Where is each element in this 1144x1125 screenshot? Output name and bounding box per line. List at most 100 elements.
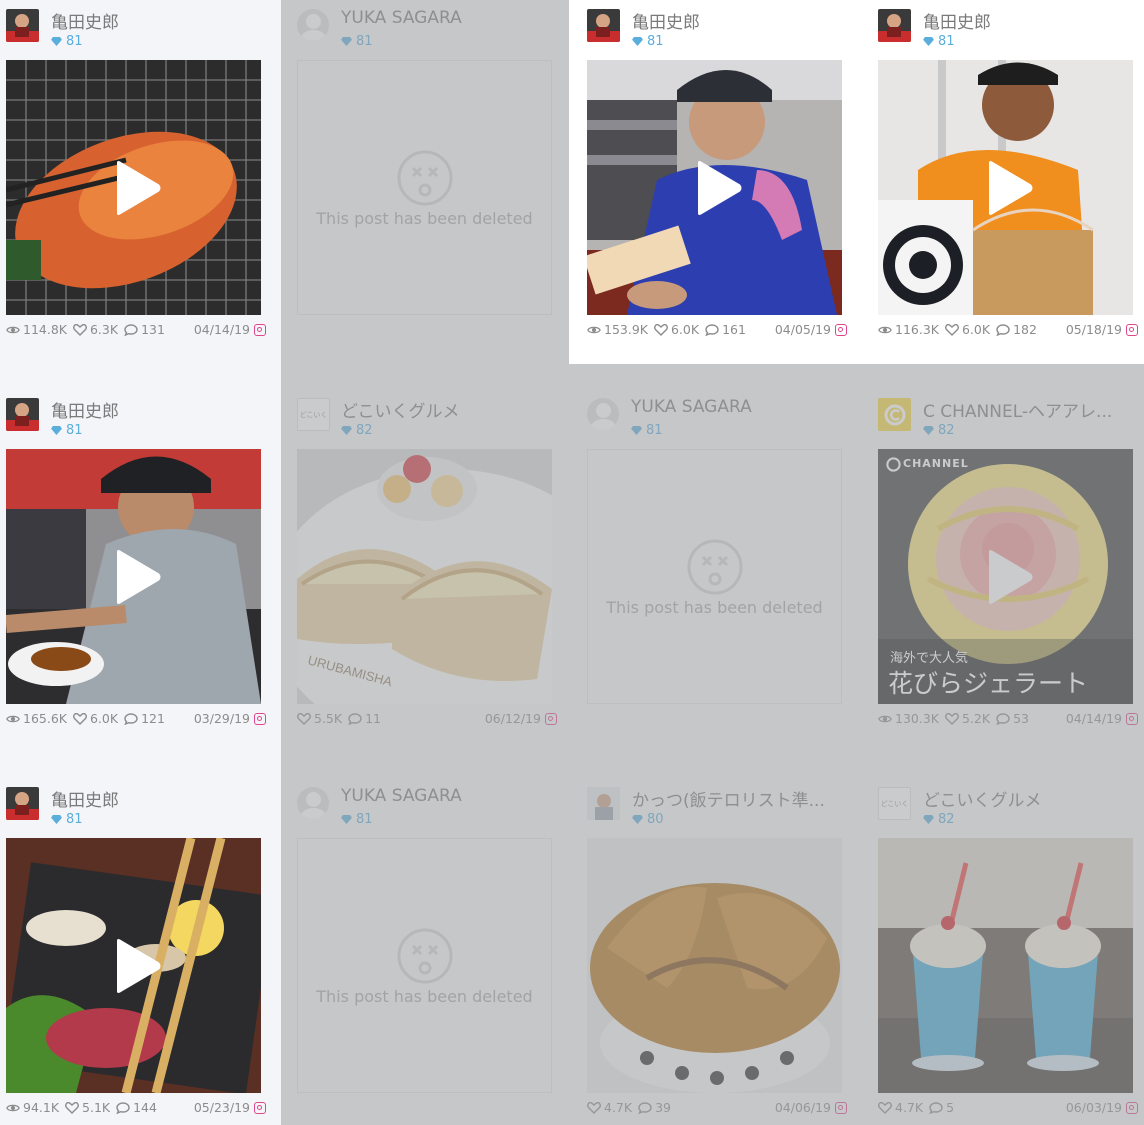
post-thumbnail[interactable] (878, 60, 1133, 315)
comments-count: 131 (141, 322, 165, 337)
post-card[interactable]: YUKA SAGARA 81 This post has been delete… (281, 778, 572, 1125)
account-name[interactable]: どこいくグルメ (341, 397, 571, 422)
avatar[interactable] (297, 9, 329, 41)
post-date: 04/14/19 (193, 322, 250, 337)
play-icon[interactable] (984, 549, 1034, 605)
post-thumbnail[interactable]: URUBAMISHA (297, 449, 552, 704)
post-date: 06/03/19 (1065, 1100, 1122, 1115)
post-thumbnail[interactable] (6, 449, 261, 704)
post-card[interactable]: 亀田史郎 81 116.3K 6.0K 182 05/18/19 (872, 0, 1144, 389)
post-card[interactable]: どこいく どこいくグルメ 82 4.7K 5 06/03/19 (872, 778, 1144, 1125)
post-card[interactable]: YUKA SAGARA 81 This post has been delete… (281, 0, 572, 389)
channel-watermark-icon (886, 457, 901, 472)
avatar[interactable] (297, 787, 329, 819)
account-name[interactable]: どこいくグルメ (923, 786, 1144, 811)
account-name[interactable]: YUKA SAGARA (341, 786, 571, 806)
views-stat: 130.3K (878, 711, 939, 726)
likes-count: 6.0K (89, 711, 119, 726)
post-stats: 153.9K 6.0K 161 04/05/19 (587, 322, 847, 337)
avatar[interactable]: どこいく (297, 398, 330, 431)
account-name[interactable]: YUKA SAGARA (631, 397, 861, 417)
avatar[interactable] (6, 787, 39, 820)
account-name[interactable]: 亀田史郎 (923, 8, 1144, 33)
post-card[interactable]: 亀田史郎 81 114.8K 6.3K 131 04/14/19 (0, 0, 291, 389)
account-name[interactable]: 亀田史郎 (51, 397, 281, 422)
gem-icon (923, 37, 934, 46)
likes-count: 5.2K (961, 711, 991, 726)
instagram-icon[interactable] (835, 323, 847, 336)
score: 81 (341, 812, 373, 827)
comments-count: 5 (946, 1100, 955, 1115)
post-thumbnail[interactable] (587, 838, 842, 1093)
account-name[interactable]: 亀田史郎 (51, 8, 281, 33)
post-thumbnail[interactable] (587, 60, 842, 315)
score: 81 (631, 423, 663, 438)
score-value: 81 (66, 34, 83, 49)
post-stats: 130.3K 5.2K 53 04/14/19 (878, 711, 1138, 726)
post-card[interactable]: かっつ(飯テロリスト準... 80 4.7K 39 04/06/19 (581, 778, 872, 1125)
instagram-icon[interactable] (1126, 712, 1138, 725)
comments-stat: 5 (929, 1100, 954, 1115)
play-icon[interactable] (112, 549, 162, 605)
heart-icon (878, 1102, 892, 1114)
comment-icon (705, 324, 719, 336)
account-name[interactable]: かっつ(飯テロリスト準... (632, 786, 862, 811)
eye-icon (878, 713, 892, 725)
gem-icon (341, 815, 352, 824)
instagram-icon[interactable] (545, 712, 557, 725)
instagram-icon[interactable] (254, 1101, 266, 1114)
likes-count: 6.0K (670, 322, 700, 337)
views-stat: 94.1K (6, 1100, 59, 1115)
post-card[interactable]: YUKA SAGARA 81 This post has been delete… (571, 389, 862, 778)
post-card[interactable]: 亀田史郎 81 94.1K 5.1K 144 05/23/19 (0, 778, 291, 1125)
post-stats: 94.1K 5.1K 144 05/23/19 (6, 1100, 266, 1115)
brand-text: CHANNEL (903, 457, 969, 470)
avatar[interactable] (878, 9, 911, 42)
comment-icon (116, 1102, 130, 1114)
comments-stat: 121 (124, 711, 165, 726)
play-icon[interactable] (984, 160, 1034, 216)
post-card[interactable]: C CHANNEL-ヘアアレ... 82 CHANNEL 海外で大人気 花びらジ… (872, 389, 1144, 778)
instagram-icon[interactable] (835, 1101, 847, 1114)
post-thumbnail[interactable] (6, 838, 261, 1093)
account-name[interactable]: 亀田史郎 (632, 8, 862, 33)
avatar[interactable] (587, 787, 620, 820)
gem-icon (632, 37, 643, 46)
comments-stat: 182 (996, 322, 1037, 337)
post-thumbnail[interactable]: CHANNEL 海外で大人気 花びらジェラート (878, 449, 1133, 704)
avatar[interactable] (6, 398, 39, 431)
play-icon[interactable] (112, 160, 162, 216)
avatar[interactable] (587, 398, 619, 430)
heart-icon (587, 1102, 601, 1114)
account-name[interactable]: 亀田史郎 (51, 786, 281, 811)
avatar[interactable]: どこいく (878, 787, 911, 820)
post-date: 06/12/19 (484, 711, 541, 726)
c-channel-logo-icon (884, 404, 905, 425)
post-thumbnail[interactable] (6, 60, 261, 315)
comment-icon (996, 713, 1010, 725)
heart-icon (73, 713, 87, 725)
avatar[interactable] (878, 398, 911, 431)
instagram-icon[interactable] (254, 323, 266, 336)
post-card[interactable]: 亀田史郎 81 153.9K 6.0K 161 04/05/19 (581, 0, 872, 389)
likes-count: 5.1K (82, 1100, 111, 1115)
account-name[interactable]: YUKA SAGARA (341, 8, 571, 28)
comments-stat: 11 (348, 711, 381, 726)
instagram-icon[interactable] (1126, 1101, 1138, 1114)
instagram-icon[interactable] (254, 712, 266, 725)
post-thumbnail[interactable] (878, 838, 1133, 1093)
comments-count: 121 (141, 711, 165, 726)
comments-stat: 53 (996, 711, 1029, 726)
avatar[interactable] (587, 9, 620, 42)
instagram-icon[interactable] (1126, 323, 1138, 336)
post-card[interactable]: どこいく どこいくグルメ 82 URUBAMISHA 5.5K 11 06/12… (281, 389, 572, 778)
avatar[interactable] (6, 9, 39, 42)
post-card[interactable]: 亀田史郎 81 165.6K 6.0K 121 03/29/19 (0, 389, 291, 778)
gem-icon (631, 426, 642, 435)
post-date: 03/29/19 (193, 711, 250, 726)
play-icon[interactable] (693, 160, 743, 216)
views-count: 116.3K (895, 322, 939, 337)
account-name[interactable]: C CHANNEL-ヘアアレ... (923, 397, 1144, 422)
post-date: 04/14/19 (1065, 711, 1122, 726)
play-icon[interactable] (112, 938, 162, 994)
